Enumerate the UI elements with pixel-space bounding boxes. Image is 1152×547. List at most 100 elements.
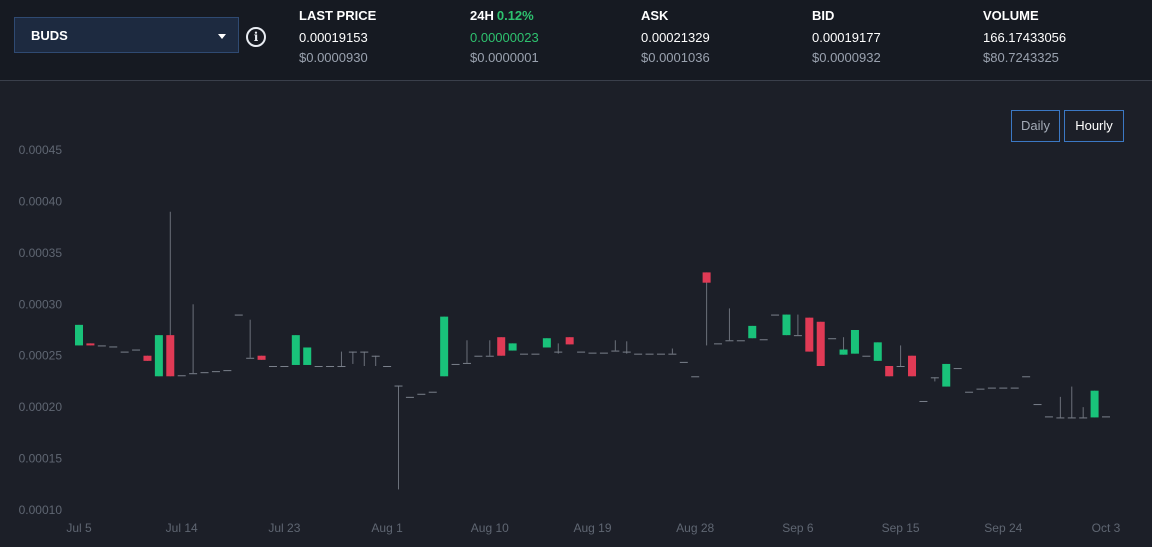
candle-body: [542, 338, 551, 348]
candle: [497, 337, 506, 356]
market-selector[interactable]: BUDS: [14, 17, 239, 53]
last-price-value: 0.00019153: [299, 30, 368, 45]
candle: [462, 340, 471, 364]
candle: [702, 272, 711, 346]
candle-body: [1090, 390, 1099, 418]
candle: [782, 314, 791, 336]
candle: [1102, 416, 1110, 418]
candle-body: [1079, 417, 1088, 419]
daily-button[interactable]: Daily: [1011, 110, 1060, 142]
candle-body: [976, 388, 985, 390]
candle: [143, 355, 152, 361]
volume-stat: VOLUME 166.17433056 $80.7243325: [983, 8, 1066, 68]
candle: [280, 366, 289, 367]
candle-body: [793, 335, 802, 337]
candle-body: [828, 338, 837, 340]
candle-body: [999, 387, 1008, 389]
candle: [1067, 386, 1076, 419]
candle: [120, 351, 129, 353]
candle-body: [577, 351, 586, 353]
candle: [154, 335, 163, 377]
candle-body: [1010, 387, 1019, 389]
x-tick-label: Jul 5: [66, 521, 92, 535]
candle-body: [291, 335, 300, 365]
candle: [942, 363, 951, 387]
info-icon[interactable]: i: [246, 27, 266, 47]
x-tick-label: Aug 1: [371, 521, 403, 535]
y-axis: 0.00010 0.00015 0.00020 0.00025 0.00030 0.000…: [19, 143, 63, 517]
candle: [1033, 404, 1042, 406]
change-24h-label: 24H: [470, 8, 494, 23]
candle: [565, 337, 574, 345]
last-price-label: LAST PRICE: [299, 8, 377, 23]
candle: [109, 346, 118, 348]
y-tick-label: 0.00025: [19, 349, 63, 363]
candle: [86, 343, 95, 346]
candle: [189, 304, 198, 375]
volume-label: VOLUME: [983, 8, 1039, 23]
candle-body: [485, 355, 494, 357]
candle-body: [679, 361, 688, 363]
candle-body: [280, 366, 289, 367]
candle-body: [885, 366, 894, 377]
candle: [930, 377, 939, 382]
y-tick-label: 0.00020: [19, 400, 63, 414]
candle-body: [120, 351, 129, 353]
candle-body: [497, 337, 506, 356]
candle-body: [588, 352, 597, 354]
candle-body: [656, 353, 665, 355]
candle: [268, 366, 277, 367]
hourly-button[interactable]: Hourly: [1064, 110, 1124, 142]
candle: [291, 335, 300, 365]
candle: [839, 337, 848, 355]
candle: [588, 352, 597, 354]
candle: [999, 387, 1008, 389]
x-tick-label: Aug 19: [573, 521, 611, 535]
y-tick-label: 0.00040: [19, 194, 63, 208]
change-24h-stat: 24H 0.12% 0.00000023 $0.0000001: [470, 8, 539, 68]
candle-body: [839, 349, 848, 355]
candle: [771, 314, 780, 316]
candle-body: [645, 353, 654, 355]
candle-body: [736, 340, 745, 342]
x-tick-label: Sep 15: [882, 521, 920, 535]
selected-market: BUDS: [31, 28, 68, 43]
x-tick-label: Sep 24: [984, 521, 1022, 535]
candle: [908, 355, 917, 377]
candle: [896, 345, 905, 367]
candle: [850, 330, 859, 354]
candle-body: [166, 335, 175, 377]
candle-body: [714, 343, 723, 345]
candle: [132, 349, 141, 351]
candle: [246, 319, 255, 359]
candle-body: [451, 363, 460, 365]
candle-body: [428, 391, 437, 393]
candle: [314, 366, 323, 367]
candle: [97, 345, 106, 347]
candle-body: [965, 391, 974, 393]
ask-stat: ASK 0.00021329 $0.0001036: [641, 8, 710, 68]
candle-body: [919, 400, 928, 402]
candle-body: [1022, 376, 1031, 378]
change-24h-value: 0.00000023: [470, 30, 539, 45]
candle: [1044, 416, 1053, 418]
candle-body: [691, 376, 700, 378]
bid-stat: BID 0.00019177 $0.0000932: [812, 8, 881, 68]
y-tick-label: 0.00030: [19, 297, 63, 311]
candle: [520, 353, 529, 355]
x-tick-label: Jul 14: [166, 521, 198, 535]
candle: [759, 339, 768, 341]
y-tick-label: 0.00010: [19, 503, 63, 517]
candle: [953, 368, 962, 370]
candle: [793, 314, 802, 337]
last-price-usd: $0.0000930: [299, 50, 368, 65]
y-tick-label: 0.00015: [19, 452, 63, 466]
candle-body: [850, 330, 859, 354]
candle-body: [246, 357, 255, 359]
candle: [211, 371, 220, 373]
candle-body: [417, 393, 426, 395]
candle: [348, 351, 357, 364]
candle-body: [75, 324, 83, 346]
candle: [234, 314, 243, 316]
candle: [1079, 407, 1088, 419]
